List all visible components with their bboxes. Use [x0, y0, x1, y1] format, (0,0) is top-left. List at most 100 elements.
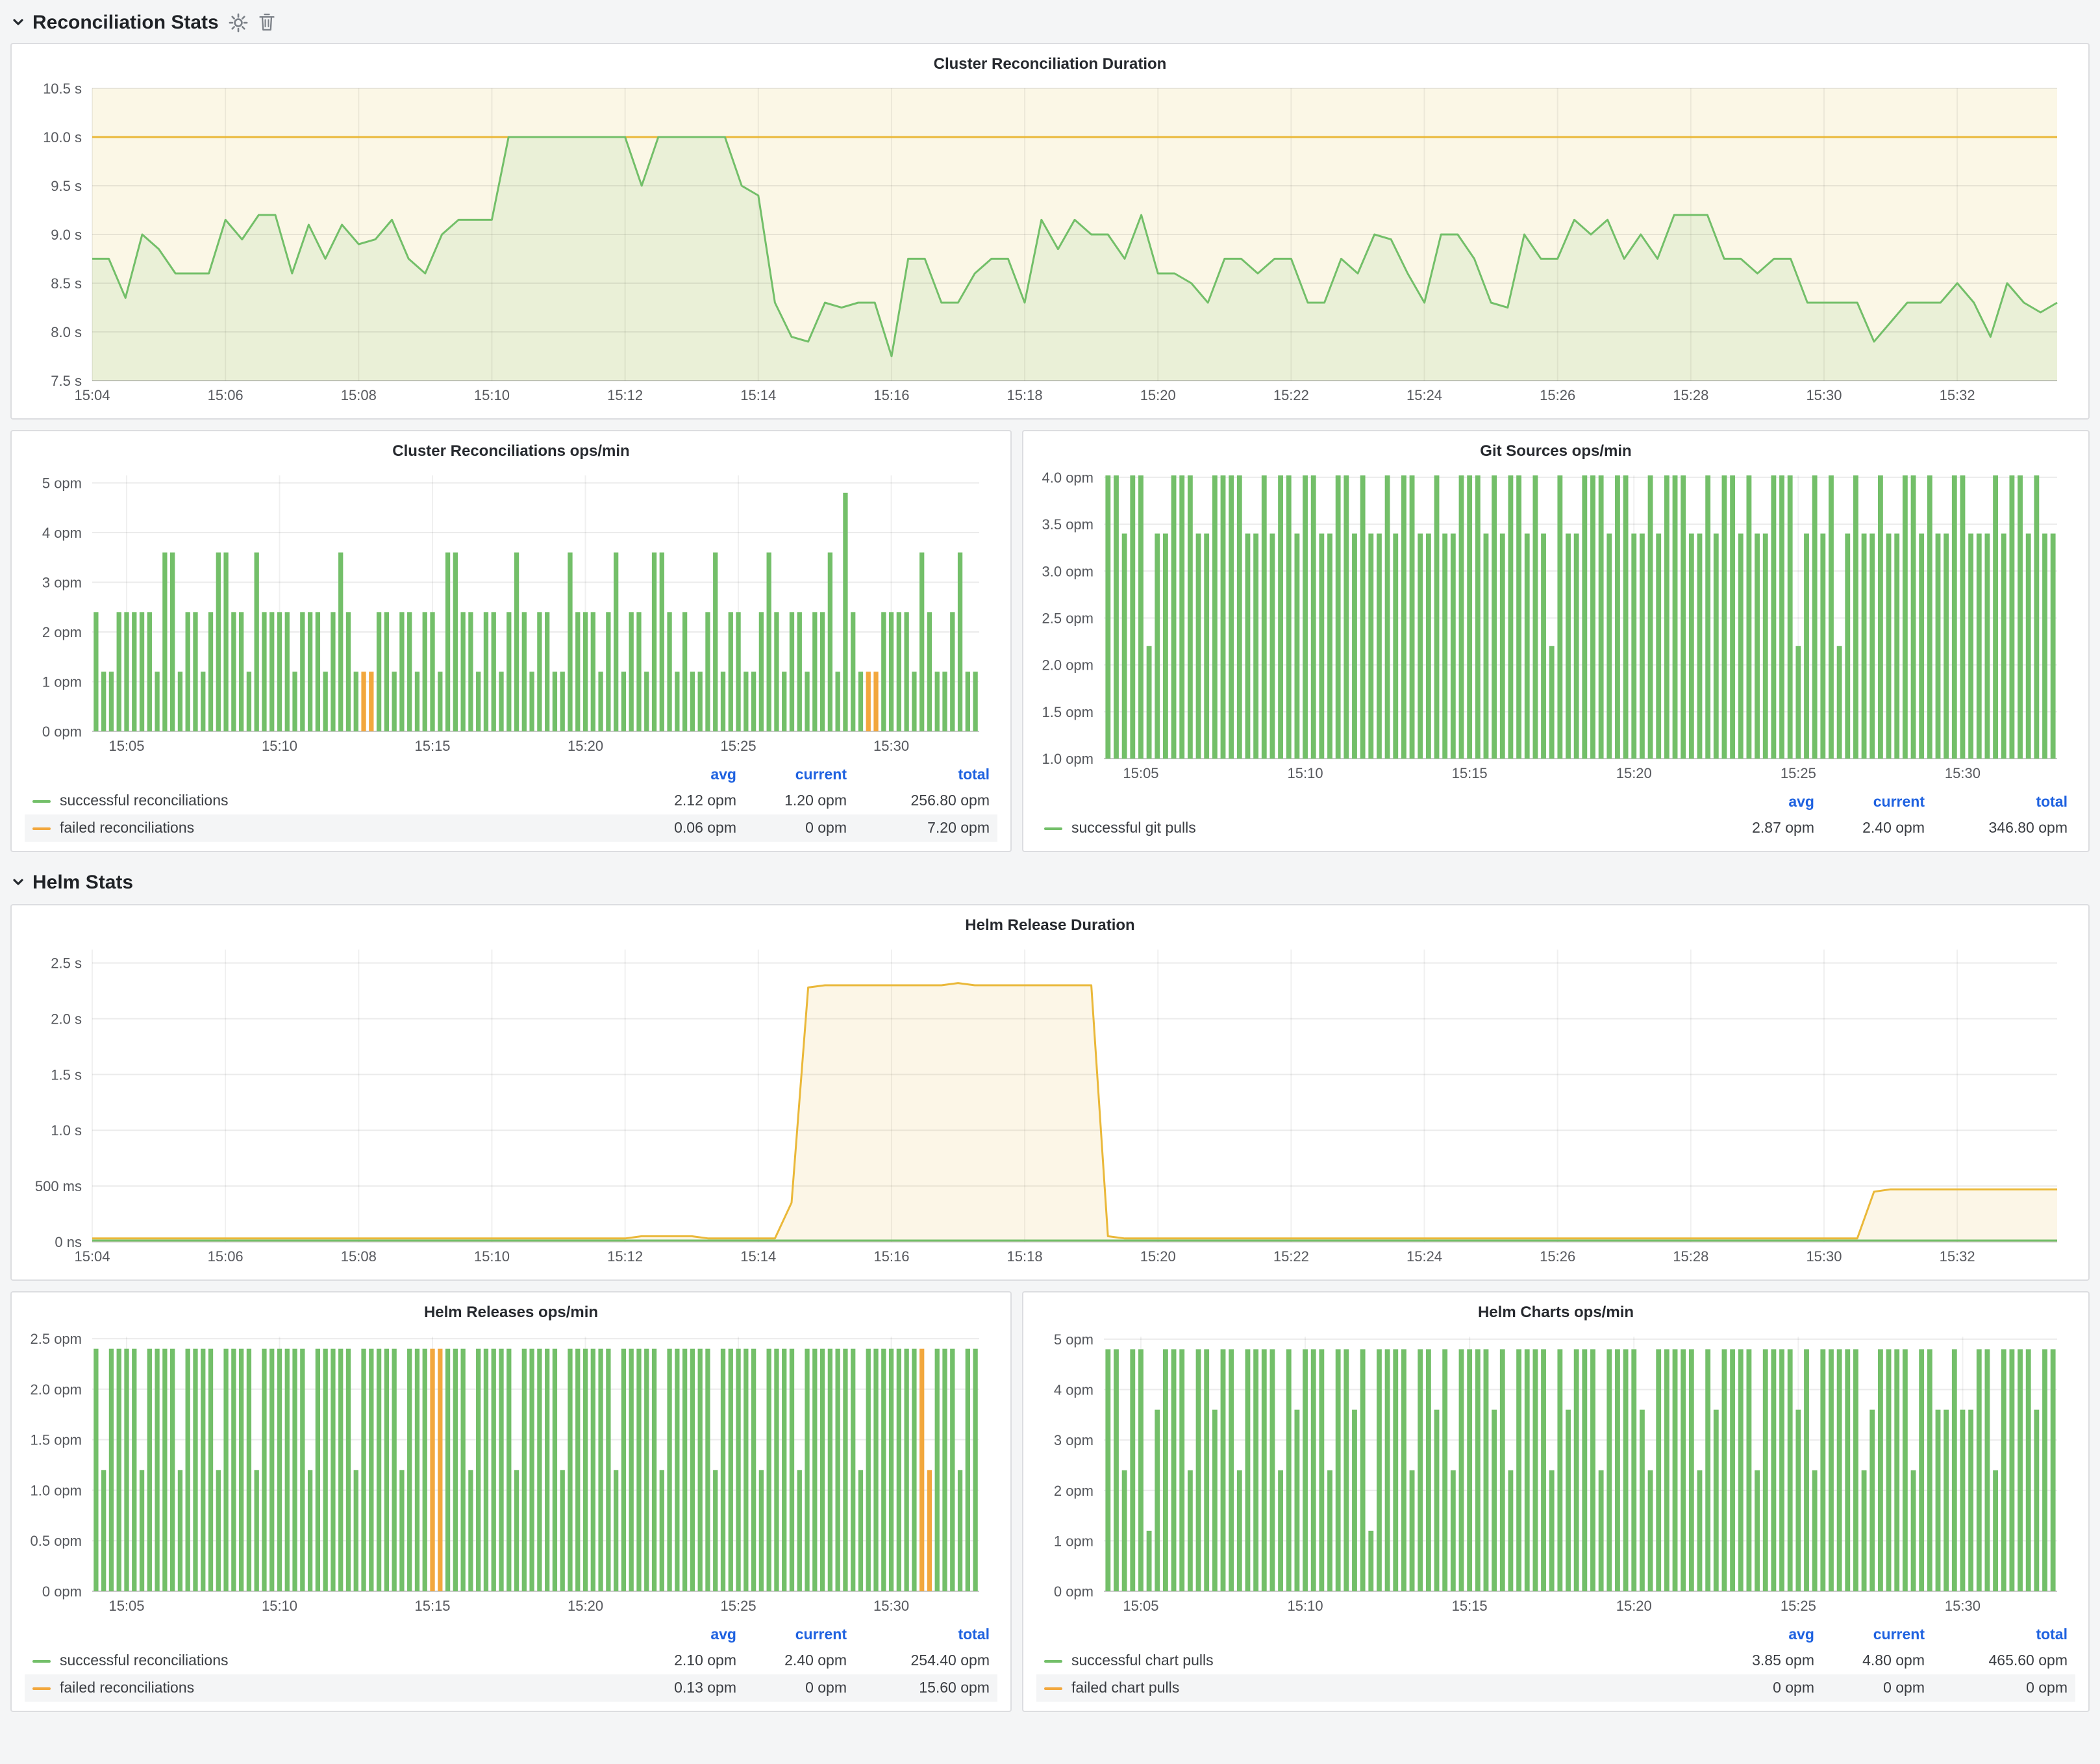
svg-text:4 opm: 4 opm [42, 525, 82, 541]
svg-text:9.0 s: 9.0 s [51, 227, 82, 243]
section-toggle-reconciliation-stats[interactable]: Reconciliation Stats [10, 11, 219, 33]
legend-avg: 2.87 opm [1691, 820, 1814, 836]
legend-row[interactable]: successful reconciliations 2.12 opm 1.20… [25, 787, 997, 814]
legend-total: 15.60 opm [847, 1680, 990, 1696]
legend-header-total[interactable]: total [1925, 1627, 2068, 1643]
svg-text:0.5 opm: 0.5 opm [31, 1533, 82, 1549]
svg-text:5 opm: 5 opm [1054, 1331, 1094, 1348]
panel-title[interactable]: Helm Charts ops/min [1036, 1299, 2075, 1326]
panel-title[interactable]: Cluster Reconciliations ops/min [25, 438, 997, 465]
svg-text:2.5 s: 2.5 s [51, 955, 82, 972]
svg-text:15:12: 15:12 [607, 387, 643, 403]
legend-header-current[interactable]: current [1814, 794, 1925, 810]
legend-current: 2.40 opm [736, 1653, 847, 1669]
legend-label[interactable]: failed reconciliations [60, 820, 194, 836]
section-header-reconciliation-stats: Reconciliation Stats [10, 8, 276, 36]
panel-title[interactable]: Git Sources ops/min [1036, 438, 2075, 465]
panel-title[interactable]: Helm Releases ops/min [25, 1299, 997, 1326]
svg-text:15:22: 15:22 [1273, 1248, 1309, 1265]
helm-charts-ops-chart[interactable]: 0 opm1 opm2 opm3 opm4 opm5 opm15:0515:10… [1036, 1326, 2075, 1620]
legend: avg current total successful chart pulls… [1036, 1620, 2075, 1702]
legend-header-avg[interactable]: avg [1691, 794, 1814, 810]
svg-text:15:30: 15:30 [1945, 1598, 1981, 1614]
svg-text:15:25: 15:25 [721, 738, 756, 754]
gear-icon[interactable] [229, 12, 249, 32]
legend-avg: 2.10 opm [613, 1653, 736, 1669]
git-sources-ops-chart[interactable]: 1.0 opm1.5 opm2.0 opm2.5 opm3.0 opm3.5 o… [1036, 465, 2075, 787]
legend-header-current[interactable]: current [1814, 1627, 1925, 1643]
legend-label[interactable]: failed reconciliations [60, 1680, 194, 1696]
legend-row[interactable]: successful chart pulls 3.85 opm 4.80 opm… [1036, 1647, 2075, 1674]
svg-text:15:14: 15:14 [740, 1248, 776, 1265]
legend-header-current[interactable]: current [736, 767, 847, 783]
svg-text:15:10: 15:10 [474, 1248, 510, 1265]
panel-cluster-reconciliations-ops: Cluster Reconciliations ops/min 0 opm1 o… [10, 430, 1012, 852]
panel-title[interactable]: Cluster Reconciliation Duration [25, 51, 2075, 78]
legend-total: 465.60 opm [1925, 1653, 2068, 1669]
legend-label[interactable]: successful reconciliations [60, 1653, 229, 1669]
legend-header-avg[interactable]: avg [1691, 1627, 1814, 1643]
svg-text:15:20: 15:20 [1616, 765, 1652, 781]
svg-text:15:04: 15:04 [74, 387, 110, 403]
series-color-swatch [1044, 827, 1062, 829]
svg-text:15:26: 15:26 [1540, 387, 1575, 403]
svg-text:10.5 s: 10.5 s [43, 81, 82, 97]
legend-header-total[interactable]: total [847, 767, 990, 783]
legend-current: 0 opm [736, 1680, 847, 1696]
series-color-swatch [32, 827, 51, 829]
svg-text:15:06: 15:06 [208, 1248, 244, 1265]
svg-text:15:15: 15:15 [1452, 765, 1488, 781]
svg-text:15:20: 15:20 [568, 738, 603, 754]
helm-release-duration-chart[interactable]: 0 ns500 ms1.0 s1.5 s2.0 s2.5 s15:0415:06… [25, 939, 2075, 1270]
legend-current: 0 opm [736, 820, 847, 836]
legend-row[interactable]: successful git pulls 2.87 opm 2.40 opm 3… [1036, 814, 2075, 842]
trash-icon[interactable] [259, 13, 276, 31]
svg-text:15:30: 15:30 [1945, 765, 1981, 781]
svg-text:1 opm: 1 opm [1054, 1533, 1094, 1549]
legend-header-avg[interactable]: avg [613, 767, 736, 783]
svg-text:10.0 s: 10.0 s [43, 129, 82, 145]
legend-current: 2.40 opm [1814, 820, 1925, 836]
legend-row[interactable]: failed reconciliations 0.13 opm 0 opm 15… [25, 1674, 997, 1702]
dashboard: Reconciliation Stats Cluster Reconciliat… [0, 0, 2100, 1764]
legend-avg: 0.13 opm [613, 1680, 736, 1696]
svg-text:15:06: 15:06 [208, 387, 244, 403]
svg-text:4.0 opm: 4.0 opm [1042, 470, 1094, 486]
cluster-reconciliations-ops-chart[interactable]: 0 opm1 opm2 opm3 opm4 opm5 opm15:0515:10… [25, 465, 997, 760]
legend-label[interactable]: successful git pulls [1071, 820, 1196, 836]
svg-text:15:24: 15:24 [1406, 1248, 1442, 1265]
legend-header-avg[interactable]: avg [613, 1627, 736, 1643]
series-color-swatch [32, 1687, 51, 1689]
legend-row[interactable]: failed reconciliations 0.06 opm 0 opm 7.… [25, 814, 997, 842]
svg-text:2 opm: 2 opm [1054, 1483, 1094, 1499]
svg-text:15:10: 15:10 [1288, 1598, 1323, 1614]
series-color-swatch [32, 1659, 51, 1662]
svg-text:15:05: 15:05 [108, 738, 144, 754]
panel-title[interactable]: Helm Release Duration [25, 912, 2075, 939]
helm-releases-ops-chart[interactable]: 0 opm0.5 opm1.0 opm1.5 opm2.0 opm2.5 opm… [25, 1326, 997, 1620]
legend-avg: 0 opm [1691, 1680, 1814, 1696]
legend-header-current[interactable]: current [736, 1627, 847, 1643]
svg-text:15:26: 15:26 [1540, 1248, 1575, 1265]
svg-text:15:16: 15:16 [873, 387, 909, 403]
section-toggle-helm-stats[interactable]: Helm Stats [10, 871, 133, 893]
legend-row[interactable]: failed chart pulls 0 opm 0 opm 0 opm [1036, 1674, 2075, 1702]
svg-text:15:08: 15:08 [341, 387, 377, 403]
svg-text:8.0 s: 8.0 s [51, 324, 82, 340]
legend-row[interactable]: successful reconciliations 2.10 opm 2.40… [25, 1647, 997, 1674]
svg-text:15:20: 15:20 [568, 1598, 603, 1614]
legend-header-total[interactable]: total [1925, 794, 2068, 810]
legend-label[interactable]: successful reconciliations [60, 793, 229, 809]
svg-text:3.5 opm: 3.5 opm [1042, 516, 1094, 533]
legend-header-total[interactable]: total [847, 1627, 990, 1643]
svg-text:15:32: 15:32 [1940, 1248, 1975, 1265]
panel-cluster-reconciliation-duration: Cluster Reconciliation Duration 7.5 s8.0… [10, 43, 2090, 420]
legend-label[interactable]: successful chart pulls [1071, 1653, 1214, 1669]
svg-text:2.0 opm: 2.0 opm [1042, 657, 1094, 674]
legend: avg current total successful reconciliat… [25, 760, 997, 842]
svg-text:15:04: 15:04 [74, 1248, 110, 1265]
svg-text:15:05: 15:05 [1123, 765, 1158, 781]
svg-text:15:30: 15:30 [873, 1598, 909, 1614]
cluster-reconciliation-duration-chart[interactable]: 7.5 s8.0 s8.5 s9.0 s9.5 s10.0 s10.5 s15:… [25, 78, 2075, 409]
legend-label[interactable]: failed chart pulls [1071, 1680, 1179, 1696]
